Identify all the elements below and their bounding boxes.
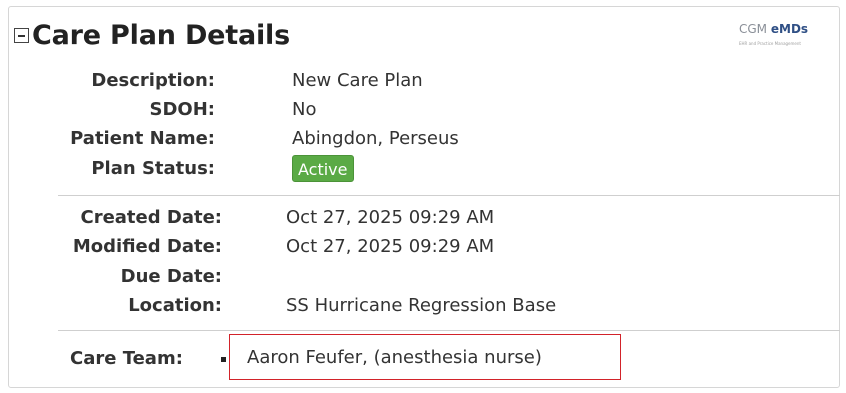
- patient-name-label: Patient Name:: [70, 128, 215, 149]
- created-date-label: Created Date:: [80, 207, 222, 228]
- location-value: SS Hurricane Regression Base: [286, 295, 557, 316]
- care-team-member[interactable]: Aaron Feufer, (anesthesia nurse): [247, 347, 542, 368]
- plan-status-label: Plan Status:: [91, 158, 215, 179]
- location-label: Location:: [128, 295, 222, 316]
- modified-date-label: Modified Date:: [72, 236, 222, 257]
- description-value: New Care Plan: [292, 70, 423, 91]
- section-divider: [58, 330, 840, 331]
- bullet-icon: [221, 357, 226, 362]
- logo-product-text: eMDs: [770, 22, 809, 36]
- cgm-emds-logo: CGM eMDs EHR and Practice Management: [735, 20, 827, 54]
- created-date-value: Oct 27, 2025 09:29 AM: [286, 207, 495, 228]
- description-label: Description:: [91, 70, 215, 91]
- logo-tagline: EHR and Practice Management: [739, 41, 801, 46]
- patient-name-value: Abingdon, Perseus: [292, 128, 459, 149]
- status-badge: Active: [292, 155, 354, 182]
- page-title: Care Plan Details: [32, 20, 290, 51]
- modified-date-value: Oct 27, 2025 09:29 AM: [286, 236, 495, 257]
- sdoh-label: SDOH:: [149, 99, 215, 120]
- collapse-minus-icon[interactable]: [14, 28, 29, 43]
- section-divider: [58, 195, 840, 196]
- sdoh-value: No: [292, 99, 317, 120]
- care-team-label: Care Team:: [70, 348, 183, 369]
- logo-brand-text: CGM: [739, 22, 768, 36]
- logo-wordmark: CGM eMDs: [739, 22, 808, 36]
- due-date-label: Due Date:: [120, 266, 222, 287]
